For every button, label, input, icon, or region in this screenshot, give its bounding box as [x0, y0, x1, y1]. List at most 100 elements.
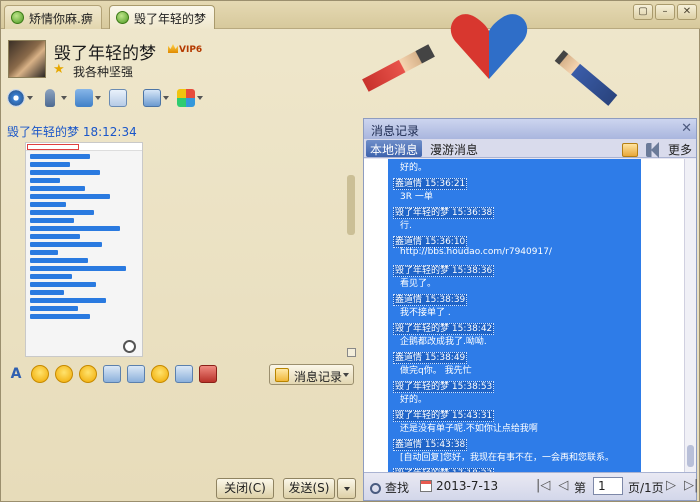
- history-message-sender: 毁了年轻的梦 15:38:42: [388, 320, 641, 335]
- image-line: [30, 266, 126, 271]
- history-message-text: 好的。: [400, 395, 428, 405]
- image-line: [30, 226, 120, 231]
- image-line: [30, 194, 110, 199]
- history-message-text: 企鹅都改成我了.呦呦.: [400, 337, 487, 347]
- tab-local-messages[interactable]: 本地消息: [366, 140, 423, 157]
- history-messages: 好的。 盎道情 15:36:21 3R 一单 毁了年轻的梦 15:36:38 行. 盎道情…: [388, 159, 641, 472]
- image-line: [30, 282, 96, 287]
- send-message-icon: [109, 89, 127, 107]
- camera-icon: [7, 89, 25, 107]
- close-icon[interactable]: ✕: [681, 121, 692, 136]
- image-line: [30, 162, 70, 167]
- contact-signature: 我各种坚强: [73, 65, 134, 79]
- calendar-icon: [420, 480, 432, 492]
- gift-icon[interactable]: [199, 365, 217, 383]
- message-sender-time: 毁了年轻的梦 18:12:34: [7, 125, 137, 139]
- conversation-tabbar: 矫情你麻.痹 毁了年轻的梦 ▢ – ✕: [1, 1, 700, 29]
- contact-name: 毁了年轻的梦: [54, 44, 156, 64]
- chat-scrollbar[interactable]: [347, 175, 355, 235]
- music-icon[interactable]: [151, 365, 169, 383]
- chevron-down-icon: [343, 486, 350, 491]
- tab-conversation-2[interactable]: 毁了年轻的梦: [109, 5, 216, 29]
- buddy-status-icon: [11, 11, 24, 24]
- qq-chat-window: 矫情你麻.痹 毁了年轻的梦 ▢ – ✕ 毁了年轻的梦 VIP6 ★ 我各种坚强: [0, 0, 700, 502]
- window-controls: ▢ – ✕: [633, 4, 697, 20]
- scroll-thumb[interactable]: [687, 445, 694, 467]
- tab-label: 毁了年轻的梦: [134, 12, 207, 26]
- file-transfer-icon: [75, 89, 93, 107]
- first-page-icon[interactable]: |◁: [536, 478, 550, 493]
- emoji-icon[interactable]: [31, 365, 49, 383]
- prev-page-icon[interactable]: ◁: [558, 478, 568, 493]
- history-scrollbar[interactable]: [684, 159, 696, 472]
- history-message-sender: 毁了年轻的梦 15:43:31: [388, 407, 641, 422]
- image-highlight-box: [27, 144, 79, 150]
- vip-badge[interactable]: VIP6: [168, 44, 206, 58]
- image-line: [30, 258, 88, 263]
- chevron-down-icon[interactable]: [197, 96, 203, 100]
- screenshot-icon[interactable]: [175, 365, 193, 383]
- date-picker[interactable]: 2013-7-13: [420, 479, 498, 493]
- video-call-button[interactable]: [7, 88, 35, 108]
- image-line: [30, 250, 58, 255]
- chevron-down-icon[interactable]: [61, 96, 67, 100]
- history-message-sender: 毁了年轻的梦 15:38:36: [388, 262, 641, 277]
- blue-pencil-decoration: [554, 50, 618, 106]
- more-button[interactable]: 更多: [668, 141, 692, 158]
- tab-roaming-messages[interactable]: 漫游消息: [426, 140, 482, 157]
- history-message-sender: 盎道情 15:36:21: [388, 175, 641, 190]
- history-message-text: 3R 一单: [400, 192, 433, 202]
- send-options-button[interactable]: [337, 478, 356, 499]
- history-message-sender: 盎道情 15:38:39: [388, 291, 641, 306]
- close-button[interactable]: 关闭(C): [216, 478, 274, 499]
- tab-conversation-1[interactable]: 矫情你麻.痹: [4, 5, 102, 29]
- message-history-label: 消息记录: [294, 370, 343, 384]
- image-line: [30, 154, 90, 159]
- send-button[interactable]: 发送(S): [283, 478, 335, 499]
- image-line: [30, 298, 106, 303]
- send-message-button[interactable]: [109, 88, 137, 108]
- find-button[interactable]: 查找: [370, 479, 409, 496]
- history-message-sender: 盎道情 15:38:49: [388, 349, 641, 364]
- history-message-text: http://bbs.houdao.com/r7940917/: [400, 247, 552, 257]
- image-line: [30, 314, 90, 319]
- chevron-down-icon[interactable]: [27, 96, 33, 100]
- apps-button[interactable]: [177, 88, 205, 108]
- last-page-icon[interactable]: ▷|: [684, 478, 698, 493]
- magic-emoji-icon[interactable]: [55, 365, 73, 383]
- history-footer: 查找 2013-7-13 |◁ ◁ 第 1 页/1页 ▷ ▷|: [364, 472, 698, 500]
- message-manager-icon[interactable]: [621, 142, 638, 157]
- message-input[interactable]: [1, 389, 361, 471]
- file-transfer-button[interactable]: [75, 88, 103, 108]
- chevron-down-icon[interactable]: [95, 96, 101, 100]
- image-icon[interactable]: [127, 365, 145, 383]
- restore-button[interactable]: ▢: [633, 4, 653, 20]
- close-window-button[interactable]: ✕: [677, 4, 697, 20]
- collapse-icon[interactable]: [347, 348, 356, 357]
- format-toolbar: A: [7, 363, 217, 385]
- apps-icon: [177, 89, 195, 107]
- remote-desktop-button[interactable]: [143, 88, 171, 108]
- history-message-sender: 盎道情 15:43:38: [388, 436, 641, 451]
- page-number-input[interactable]: 1: [593, 477, 623, 495]
- history-icon: [275, 368, 289, 382]
- shake-icon[interactable]: [79, 365, 97, 383]
- next-page-icon[interactable]: ▷: [666, 478, 676, 493]
- scissors-icon[interactable]: [103, 365, 121, 383]
- message-history-button[interactable]: 消息记录: [269, 364, 354, 385]
- zoom-icon[interactable]: [123, 340, 136, 353]
- chevron-down-icon[interactable]: [343, 373, 349, 377]
- voice-call-button[interactable]: [41, 88, 69, 108]
- history-message-text: 做完q你。 我先忙: [400, 366, 472, 376]
- minimize-button[interactable]: –: [655, 4, 675, 20]
- search-icon: [370, 483, 381, 494]
- avatar[interactable]: [8, 40, 46, 78]
- message-image[interactable]: [25, 142, 143, 357]
- page-nav-forward: ▷ ▷|: [666, 478, 698, 493]
- history-message-sender: 盎道情 15:36:10: [388, 233, 641, 248]
- image-line: [30, 274, 72, 279]
- chevron-down-icon[interactable]: [163, 96, 169, 100]
- image-line: [30, 170, 100, 175]
- speaker-icon[interactable]: [645, 141, 660, 158]
- font-icon[interactable]: A: [7, 365, 25, 383]
